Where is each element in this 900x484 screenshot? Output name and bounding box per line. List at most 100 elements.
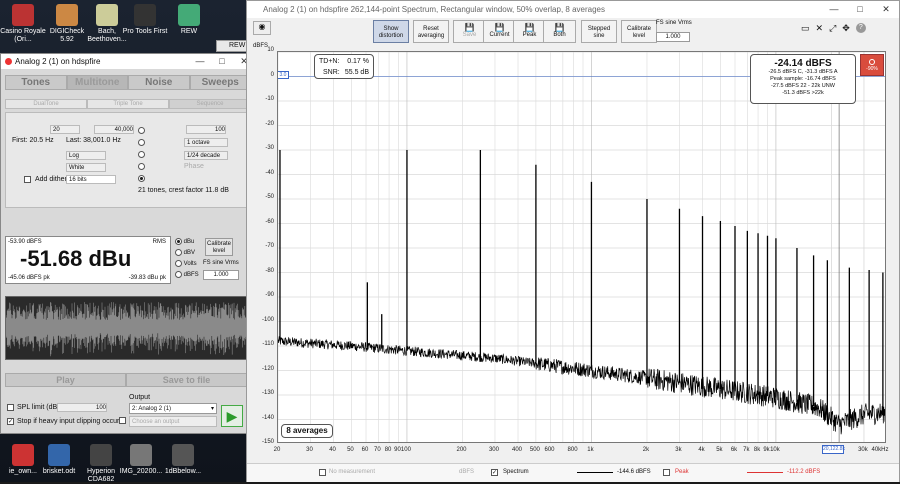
toolbar-button[interactable]: 💾 Peak	[513, 20, 546, 43]
toolbar-button[interactable]: Calibrate level	[621, 20, 657, 43]
choose-output-checkbox[interactable]	[119, 417, 126, 424]
meter-unit-option[interactable]: dBu	[175, 238, 205, 249]
rew-taskbar-tab[interactable]: REW	[216, 40, 248, 52]
octave-select[interactable]: 1 octave	[184, 138, 228, 147]
distribution-select[interactable]: White	[66, 163, 106, 172]
decade-select[interactable]: 1/24 decade	[184, 151, 228, 160]
peak-swatch	[747, 472, 783, 473]
x-tick-label: 90	[394, 447, 401, 453]
radio-decade[interactable]	[138, 151, 145, 158]
camera-icon[interactable]: ◉	[253, 21, 271, 35]
radio-button[interactable]	[175, 260, 182, 267]
minimize-icon[interactable]: —	[821, 4, 847, 15]
meter-fs-sine-field[interactable]: 1.000	[203, 270, 239, 280]
play-button[interactable]: Play	[5, 373, 126, 387]
desktop-icon[interactable]: 1dBbelow...	[160, 442, 206, 476]
save-to-file-button[interactable]: Save to file	[126, 373, 247, 387]
help-icon[interactable]: ?	[855, 23, 866, 33]
meter-unit-option[interactable]: Volts	[175, 260, 205, 271]
analyzer-title: Analog 2 (1) on hdspfire 262,144-point S…	[263, 5, 605, 14]
tab-tones[interactable]: Tones	[5, 75, 67, 90]
y-marker[interactable]: 3.0	[278, 71, 289, 79]
play-icon[interactable]: ▶	[221, 405, 243, 427]
y-tick-label: 0	[270, 71, 274, 78]
radio-button[interactable]	[175, 238, 182, 245]
toolbar-button[interactable]: Reset averaging	[413, 20, 449, 43]
layout-icon[interactable]: ▭	[801, 23, 810, 34]
save-icon: 💾	[524, 23, 535, 32]
maximize-icon[interactable]: □	[211, 56, 233, 67]
minimize-icon[interactable]: —	[189, 56, 211, 67]
radio-log[interactable]	[138, 163, 145, 170]
subtab-tripletone[interactable]: Triple Tone	[87, 99, 169, 109]
spectrum-plot[interactable]: 3.0 TD+N: 0.17 % SNR: 55.5 dB -24.14 dBF…	[277, 51, 886, 443]
output-select-value: 2: Analog 2 (1)	[132, 406, 172, 412]
peak-checkbox[interactable]	[663, 469, 670, 476]
stop-clip-checkbox[interactable]: ✓	[7, 418, 14, 425]
desktop-icon[interactable]: IMG_20200...	[118, 442, 164, 476]
tab-sweeps[interactable]: Sweeps	[189, 75, 251, 90]
x-tick-label: 2k	[642, 447, 650, 453]
radio-all[interactable]	[138, 175, 145, 182]
desktop-icon[interactable]: brisket.odt	[36, 442, 82, 476]
spacing-select[interactable]: Log	[66, 151, 106, 160]
spectrum-chart	[278, 52, 885, 442]
level-readout-line: -27.5 dBFS 22 - 22k UNW	[771, 83, 835, 89]
spl-limit-checkbox[interactable]	[7, 404, 14, 411]
desktop-icon[interactable]: Casino Royale (Ori...	[0, 2, 46, 44]
meter-calibrate-button[interactable]: Calibrate level	[205, 238, 233, 256]
output-select[interactable]: 2: Analog 2 (1) ▾	[129, 403, 217, 414]
tab-noise[interactable]: Noise	[128, 75, 190, 90]
x-tick-label: 10k	[770, 447, 780, 453]
desktop-icon[interactable]: REW	[166, 2, 212, 36]
last-freq-field[interactable]: 40,000	[94, 125, 134, 134]
no-measurement-checkbox[interactable]	[319, 469, 326, 476]
toolbar-button[interactable]: 💾 Current	[483, 20, 516, 43]
add-dither-checkbox[interactable]	[24, 176, 31, 183]
expand-icon[interactable]: ⤢	[829, 23, 836, 34]
stop-clip-label: Stop if heavy input clipping occurs	[17, 418, 123, 425]
x-tick-label: 50	[347, 447, 354, 453]
subtab-sequence[interactable]: Sequence	[169, 99, 251, 109]
toolbar-button[interactable]: Show distortion	[373, 20, 409, 43]
radio-count[interactable]	[138, 127, 145, 134]
tab-multitone[interactable]: Multitone	[66, 75, 128, 90]
x-tick-label: 500	[529, 447, 540, 453]
x-tick-label: 5k	[716, 447, 723, 453]
radio-button[interactable]	[175, 271, 182, 278]
toolbar-button[interactable]: 💾 Save	[453, 20, 486, 43]
desktop-icon-label: brisket.odt	[42, 468, 76, 475]
toolbar-button[interactable]: Stepped sine	[581, 20, 617, 43]
desktop-icon-label: Pro Tools First	[122, 28, 168, 35]
toolbar-button-label: Show distortion	[378, 26, 404, 39]
radio-button[interactable]	[175, 249, 182, 256]
move-icon[interactable]: ✥	[842, 23, 850, 34]
spectrum-checkbox[interactable]: ✓	[491, 469, 498, 476]
choose-output-select[interactable]: Choose an output	[129, 416, 217, 427]
spl-limit-field[interactable]: 100	[57, 403, 107, 412]
meter-unit-option[interactable]: dBFS	[175, 271, 205, 282]
meter-unit-option[interactable]: dBV	[175, 249, 205, 260]
close-panel-icon[interactable]: ✕	[816, 23, 824, 34]
spectrum-value: -144.6 dBFS	[617, 469, 651, 475]
x-tick-label: 60	[361, 447, 369, 453]
desktop-icon-label: Bach, Beethoven...	[87, 28, 127, 43]
desktop-icon[interactable]: Pro Tools First	[122, 2, 168, 36]
y-tick-label: -20	[265, 120, 274, 127]
spectrum-label: Spectrum	[503, 469, 529, 475]
meter-pk-dbu: -39.83 dBu pk	[128, 275, 166, 281]
first-freq-field[interactable]: 20	[50, 125, 80, 134]
fs-sine-field[interactable]: 1.000	[656, 32, 690, 42]
radio-octave[interactable]	[138, 139, 145, 146]
desktop-icon-label: DIGICheck 5.92	[49, 28, 85, 43]
tone-count-field[interactable]: 100	[186, 125, 226, 134]
toolbar-button[interactable]: 💾 Both	[543, 20, 576, 43]
x-cursor-readout[interactable]: 20,122.8k	[822, 445, 845, 454]
level-indicator[interactable]: -90%	[860, 54, 884, 76]
bits-select[interactable]: 16 bits	[66, 175, 116, 184]
level-readout-line: Peak sample: -16.74 dBFS	[770, 76, 836, 82]
close-icon[interactable]: ✕	[873, 4, 899, 15]
subtab-dualtone[interactable]: DualTone	[5, 99, 87, 109]
x-tick-label: 1k	[587, 447, 594, 453]
maximize-icon[interactable]: □	[847, 4, 873, 15]
